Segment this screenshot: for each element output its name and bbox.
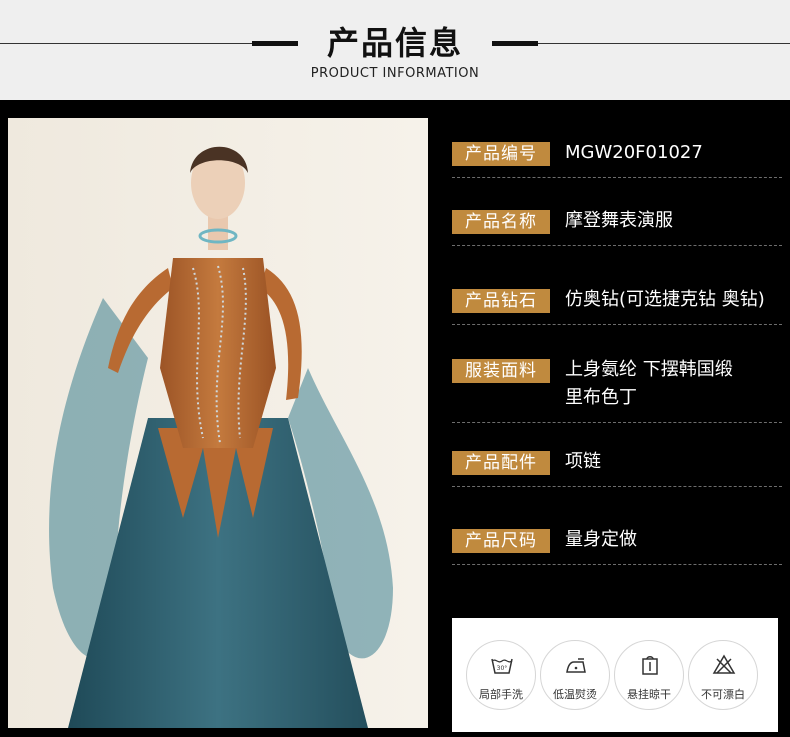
info-label: 产品尺码 xyxy=(452,529,550,553)
info-label: 产品名称 xyxy=(452,210,550,234)
product-info-page: 产品信息 PRODUCT INFORMATION 产品编号 MGW20F0102… xyxy=(0,0,790,737)
product-photo xyxy=(8,118,428,728)
care-label: 悬挂晾干 xyxy=(627,688,671,701)
info-label: 产品编号 xyxy=(452,142,550,166)
care-label: 低温熨烫 xyxy=(553,688,597,701)
care-low-iron: 低温熨烫 xyxy=(540,640,610,710)
info-value: MGW20F01027 xyxy=(565,142,703,163)
divider xyxy=(452,564,782,565)
info-value: 项链 xyxy=(565,451,601,472)
info-label: 产品钻石 xyxy=(452,289,550,313)
page-subtitle: PRODUCT INFORMATION xyxy=(310,66,480,81)
info-value: 仿奥钻(可选捷克钻 奥钻) xyxy=(565,289,765,310)
care-instructions: 30° 局部手洗 低温熨烫 悬挂晾干 不可漂白 xyxy=(452,618,778,732)
divider xyxy=(452,177,782,178)
divider xyxy=(452,324,782,325)
low-iron-icon xyxy=(566,658,586,673)
section-header: 产品信息 PRODUCT INFORMATION xyxy=(0,0,790,100)
info-value: 摩登舞表演服 xyxy=(565,210,673,231)
header-bar-right xyxy=(492,41,538,46)
divider xyxy=(452,486,782,487)
info-label: 产品配件 xyxy=(452,451,550,475)
info-value: 量身定做 xyxy=(565,529,637,550)
care-label: 局部手洗 xyxy=(479,688,523,701)
info-label: 服装面料 xyxy=(452,359,550,383)
no-bleach-icon xyxy=(712,654,736,674)
care-label: 不可漂白 xyxy=(701,688,745,701)
info-value: 上身氨纶 下摆韩国缎 里布色丁 xyxy=(565,359,733,408)
page-title: 产品信息 xyxy=(326,24,463,62)
divider xyxy=(452,245,782,246)
hang-dry-icon xyxy=(642,656,658,675)
divider xyxy=(452,422,782,423)
svg-text:30°: 30° xyxy=(497,665,508,672)
care-hand-wash: 30° 局部手洗 xyxy=(466,640,536,710)
dress-illustration xyxy=(8,118,428,728)
hand-wash-icon: 30° xyxy=(491,658,513,674)
care-no-bleach: 不可漂白 xyxy=(688,640,758,710)
header-rule-right xyxy=(538,43,790,44)
care-hang-dry: 悬挂晾干 xyxy=(614,640,684,710)
